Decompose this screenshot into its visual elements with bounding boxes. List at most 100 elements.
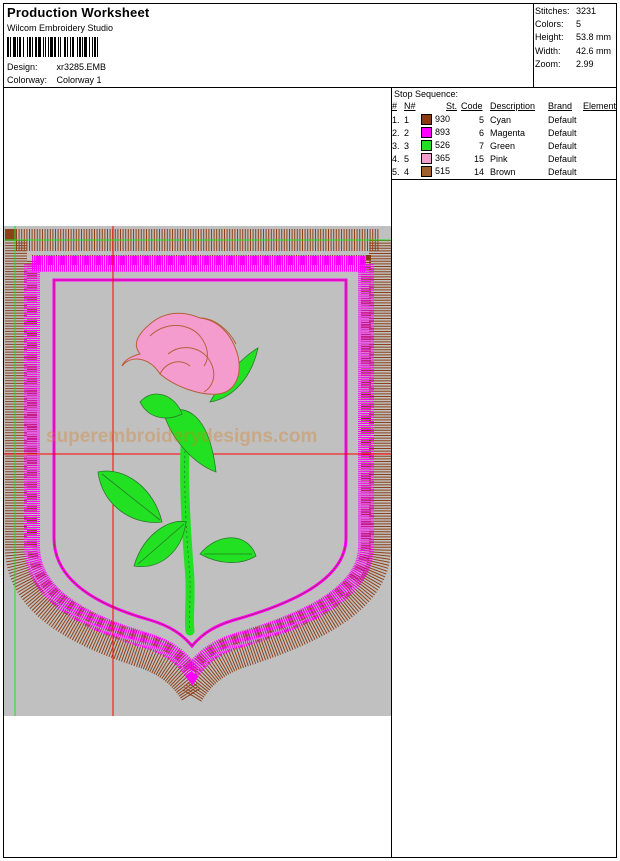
barcode-bar (35, 37, 37, 57)
row-color: 893 (421, 126, 461, 139)
design-value: xr3285.EMB (56, 62, 107, 72)
stop-sequence-header: # N# St. Code Description Brand Element (392, 100, 619, 113)
row-color: 930 (421, 113, 461, 126)
barcode-bar (38, 37, 41, 57)
colors-value: 5 (576, 19, 582, 30)
row-needle: 1 (404, 114, 410, 125)
color-swatch (421, 140, 432, 152)
row-element (583, 126, 619, 139)
barcode-bar (32, 37, 33, 57)
row-num: 1. (392, 114, 400, 125)
col-code: Code (461, 101, 483, 111)
row-description: Brown (490, 166, 516, 177)
row-num: 2. (392, 127, 400, 138)
stitches-row: Stitches: 3231 (535, 5, 611, 18)
barcode-bar (43, 37, 44, 57)
barcode-bar (17, 37, 18, 57)
row-brand: Default (548, 140, 577, 151)
row-needle: 3 (404, 140, 410, 151)
colors-label: Colors: (535, 19, 564, 30)
stop-sequence-row: 4. 5 365 15 Pink Default (392, 152, 619, 165)
row-brand: Default (548, 166, 577, 177)
barcode-bar (70, 37, 71, 57)
row-color: 365 (421, 152, 461, 165)
barcode-bar (92, 37, 93, 57)
row-code-id: 365 (435, 152, 451, 163)
stop-sequence-row: 3. 3 526 7 Green Default (392, 139, 619, 152)
col-num: # (392, 101, 398, 111)
width-row: Width: 42.6 mm (535, 45, 611, 58)
row-code-id: 893 (435, 126, 451, 137)
row-element (583, 165, 619, 178)
sequence-divider-horizontal (391, 179, 617, 180)
col-element: Element (583, 101, 617, 111)
stop-sequence-row: 5. 4 515 14 Brown Default (392, 165, 619, 178)
row-element (583, 139, 619, 152)
row-needle: 5 (404, 153, 410, 164)
colors-row: Colors: 5 (535, 18, 611, 31)
width-value: 42.6 mm (576, 45, 612, 56)
color-swatch (421, 114, 432, 126)
barcode-bar (84, 37, 87, 57)
barcode-bar (45, 37, 46, 57)
barcode-bar (23, 37, 24, 57)
header-divider-vertical (533, 3, 534, 87)
height-label: Height: (535, 32, 564, 43)
barcode-bar (50, 37, 53, 57)
colorway-row: Colorway: Colorway 1 (7, 75, 102, 85)
barcode-bar (89, 37, 90, 57)
design-row: Design: xr3285.EMB (7, 62, 106, 72)
row-color: 515 (421, 165, 461, 178)
barcode-bar (82, 37, 83, 57)
page-title: Production Worksheet (7, 5, 150, 20)
barcode-bar (77, 37, 78, 57)
barcode-bar (29, 37, 31, 57)
row-stop: 15 (473, 153, 484, 164)
stop-sequence-row: 1. 1 930 5 Cyan Default (392, 113, 619, 126)
col-brand: Brand (548, 101, 573, 111)
barcode-bar (79, 37, 81, 57)
row-code-id: 526 (435, 139, 451, 150)
row-brand: Default (548, 127, 577, 138)
colorway-label: Colorway: (7, 75, 48, 85)
stop-sequence-table: # N# St. Code Description Brand Element … (392, 100, 619, 178)
row-color: 526 (421, 139, 461, 152)
row-num: 5. (392, 166, 400, 177)
row-stop: 5 (478, 114, 484, 125)
panel-divider-vertical (391, 87, 392, 858)
zoom-value: 2.99 (576, 58, 594, 69)
barcode-bar (64, 37, 66, 57)
barcode-bar (48, 37, 49, 57)
barcode (7, 37, 98, 57)
row-element (583, 152, 619, 165)
col-stop: St. (445, 101, 457, 111)
row-description: Cyan (490, 114, 512, 125)
stats-panel: Stitches: 3231 Colors: 5 Height: 53.8 mm Wi… (535, 5, 611, 71)
barcode-bar (10, 37, 11, 57)
row-code-id: 515 (435, 165, 451, 176)
color-swatch (421, 127, 432, 139)
col-needle: N# (404, 101, 416, 111)
row-description: Magenta (490, 127, 526, 138)
barcode-bar (27, 37, 28, 57)
row-needle: 2 (404, 127, 410, 138)
row-stop: 6 (478, 127, 484, 138)
width-label: Width: (535, 45, 561, 56)
barcode-bar (97, 37, 98, 57)
barcode-bar (7, 37, 9, 57)
color-swatch (421, 153, 432, 165)
row-num: 4. (392, 153, 400, 164)
row-brand: Default (548, 153, 577, 164)
barcode-bar (67, 37, 68, 57)
barcode-bar (54, 37, 56, 57)
zoom-row: Zoom: 2.99 (535, 58, 611, 71)
row-code-id: 930 (435, 113, 451, 124)
design-label: Design: (7, 62, 38, 72)
row-brand: Default (548, 114, 577, 125)
embroidery-design-preview: superembroiderydesigns.com (4, 226, 391, 716)
colorway-value: Colorway 1 (56, 75, 102, 85)
software-name: Wilcom Embroidery Studio (7, 23, 114, 33)
row-stop: 7 (478, 140, 484, 151)
col-description: Description (490, 101, 536, 111)
stop-sequence-row: 2. 2 893 6 Magenta Default (392, 126, 619, 139)
